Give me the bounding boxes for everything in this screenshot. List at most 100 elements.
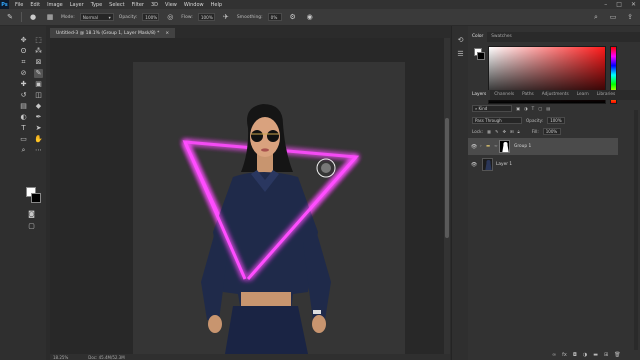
filter-kind-select[interactable]: ⌕ Kind [472,104,512,112]
tab-layers[interactable]: Layers [468,90,491,100]
lock-pixels-icon[interactable]: ▦ [487,129,491,134]
layers-scrollbar[interactable] [634,110,638,350]
vertical-scrollbar[interactable] [444,38,450,354]
history-brush-icon[interactable]: ↺ [19,91,28,100]
new-layer-icon[interactable]: ⊞ [604,352,608,358]
lock-artboard-icon[interactable]: ⊞ [510,129,514,134]
brush-tool-preset-icon[interactable]: ✎ [4,11,16,23]
lock-position-icon[interactable]: ✥ [502,129,506,134]
pressure-size-icon[interactable]: ◉ [304,11,316,23]
pressure-opacity-icon[interactable]: ◎ [164,11,176,23]
filter-smart-object-icon[interactable]: ▤ [546,106,550,111]
lasso-tool-icon[interactable]: ʘ [19,47,28,56]
menu-file[interactable]: File [15,2,23,8]
quick-select-tool-icon[interactable]: ⁂ [34,47,43,56]
layer-name[interactable]: Group 1 [514,144,531,149]
airbrush-icon[interactable]: ✈ [220,11,232,23]
screen-mode-icon[interactable]: ▢ [27,222,36,231]
quick-mask-icon[interactable]: ◙ [27,210,36,219]
tab-libraries[interactable]: Libraries [593,90,620,100]
fill-field[interactable]: 100% [542,127,561,135]
blur-tool-icon[interactable]: ◆ [34,102,43,111]
layer-row-group-1[interactable]: 👁︎ › ▬ ∞ Group 1 [468,138,618,155]
filter-type-icon[interactable]: T [532,106,535,111]
menu-edit[interactable]: Edit [30,2,40,8]
menu-window[interactable]: Window [184,2,204,8]
stamp-tool-icon[interactable]: ▣ [34,80,43,89]
marquee-tool-icon[interactable]: ⬚ [34,36,43,45]
tab-paths[interactable]: Paths [518,90,538,100]
menu-select[interactable]: Select [109,2,124,8]
search-icon[interactable]: ⌕ [590,11,602,23]
zoom-tool-icon[interactable]: ⌕ [19,146,28,155]
brush-tool-icon[interactable]: ✎ [34,69,43,78]
opacity-field[interactable]: 100% [142,13,160,21]
share-icon[interactable]: ⇪ [624,11,636,23]
pen-tool-icon[interactable]: ✒ [34,113,43,122]
layer-thumbnail[interactable] [482,158,493,171]
tab-color[interactable]: Color [468,32,488,42]
close-tab-icon[interactable]: × [165,31,169,36]
smoothing-settings-gear-icon[interactable]: ⚙ [287,11,299,23]
menu-filter[interactable]: Filter [132,2,144,8]
background-color-swatch[interactable] [31,193,41,203]
add-mask-icon[interactable]: ◘ [573,352,577,358]
path-select-tool-icon[interactable]: ➤ [34,124,43,133]
trash-icon[interactable]: 🗑︎ [614,352,620,358]
move-tool-icon[interactable]: ✥ [19,36,28,45]
mode-select[interactable]: Normal ▾ [79,13,114,21]
eyedropper-tool-icon[interactable]: ⊘ [19,69,28,78]
hand-tool-icon[interactable]: ✋ [34,135,43,144]
minimize-icon[interactable]: – [604,1,607,8]
history-icon[interactable]: ⟲ [456,36,465,45]
tab-channels[interactable]: Channels [490,90,518,100]
lock-paint-icon[interactable]: ✎ [495,129,499,134]
layer-name[interactable]: Layer 1 [496,162,512,167]
eye-icon[interactable]: 👁︎ [468,144,480,150]
filter-pixel-icon[interactable]: ▣ [516,106,520,111]
adjustment-layer-icon[interactable]: ◑ [583,352,587,358]
lock-all-icon[interactable]: 🔒︎ [517,129,519,134]
crop-tool-icon[interactable]: ⌗ [19,58,28,67]
type-tool-icon[interactable]: T [19,124,28,133]
filter-shape-icon[interactable]: ▢ [538,106,542,111]
maximize-icon[interactable]: □ [616,1,622,8]
link-layers-icon[interactable]: ∞ [552,352,556,358]
layer-row-layer-1[interactable]: 👁︎ Layer 1 [468,156,618,173]
edit-toolbar-icon[interactable]: ⋯ [34,146,43,155]
scrollbar-thumb[interactable] [445,118,449,238]
menu-help[interactable]: Help [211,2,222,8]
document-info[interactable]: Doc: 45.4M/52.3M [88,355,124,360]
layer-style-fx-icon[interactable]: fx [562,352,567,358]
tab-swatches[interactable]: Swatches [487,32,516,42]
tab-adjustments[interactable]: Adjustments [538,90,573,100]
dodge-tool-icon[interactable]: ◐ [19,113,28,122]
workspace-icon[interactable]: ▭ [607,11,619,23]
menu-type[interactable]: Type [91,2,102,8]
layer-opacity-field[interactable]: 100% [547,116,566,124]
flow-field[interactable]: 100% [197,13,215,21]
menu-view[interactable]: View [165,2,177,8]
shape-tool-icon[interactable]: ▭ [19,135,28,144]
properties-icon[interactable]: ☰ [456,50,465,59]
tab-learn[interactable]: Learn [573,90,593,100]
filter-adjustment-icon[interactable]: ◑ [524,106,528,111]
menu-image[interactable]: Image [47,2,63,8]
canvas[interactable] [133,62,405,354]
frame-tool-icon[interactable]: ⊠ [34,58,43,67]
zoom-level[interactable]: 18.25% [53,355,68,360]
eraser-tool-icon[interactable]: ◫ [34,91,43,100]
brush-size-picker-icon[interactable]: ● [27,11,39,23]
smoothing-field[interactable]: 0% [267,13,282,21]
new-group-icon[interactable]: ▬ [593,352,598,358]
layer-mask-thumbnail[interactable] [499,140,510,153]
document-tab[interactable]: Untitled-3 @ 18.1% (Group 1, Layer Mask/… [50,28,176,38]
menu-layer[interactable]: Layer [70,2,84,8]
color-panel-background-swatch[interactable] [477,52,485,60]
healing-tool-icon[interactable]: ✚ [19,80,28,89]
close-icon[interactable]: ✕ [631,1,636,8]
brush-settings-icon[interactable]: ▦ [44,11,56,23]
gradient-tool-icon[interactable]: ▤ [19,102,28,111]
eye-icon[interactable]: 👁︎ [468,162,480,168]
menu-3d[interactable]: 3D [151,2,158,8]
